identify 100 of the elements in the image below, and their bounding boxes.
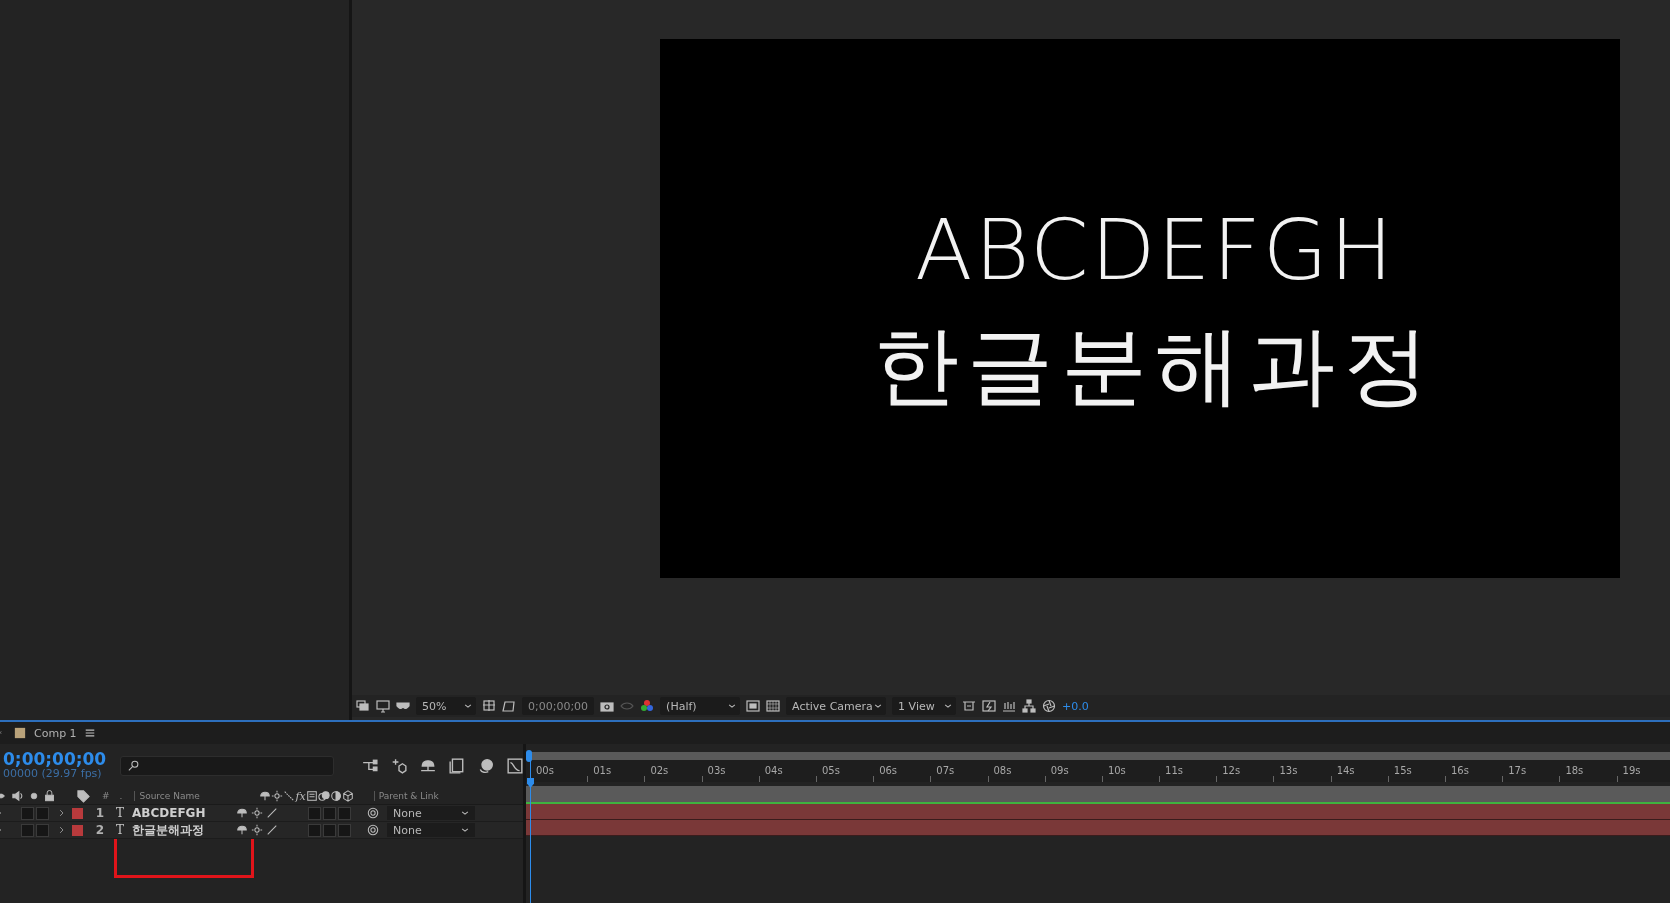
ruler-label: 15s: [1393, 765, 1412, 776]
zoom-dropdown[interactable]: 50%: [416, 697, 476, 715]
comp-text: ABCDEFGH: [915, 199, 1395, 301]
ruler-label: 06s: [879, 765, 898, 776]
caret-icon: [461, 826, 469, 834]
exposure-icon[interactable]: [1042, 699, 1057, 713]
region-icon[interactable]: [746, 699, 761, 713]
column-header[interactable]: Source Name: [134, 791, 260, 801]
ruler-label: 05s: [821, 765, 840, 776]
ruler-label: 14s: [1336, 765, 1355, 776]
layer-row[interactable]: 1 T ABCDEFGH None: [0, 805, 523, 822]
film-icon: [305, 790, 318, 802]
circles-icon: [317, 790, 330, 802]
layout-icon[interactable]: [962, 699, 977, 713]
column-header: .: [119, 791, 123, 801]
navigator-handle[interactable]: [526, 750, 532, 762]
switch-cell[interactable]: [308, 823, 321, 837]
layer-name[interactable]: ABCDEFGH: [132, 806, 236, 820]
sun-icon[interactable]: [251, 824, 263, 836]
caret-icon: [461, 809, 469, 817]
search-field[interactable]: [120, 756, 334, 776]
hierarchy-icon[interactable]: [362, 758, 378, 774]
pick-whip-icon[interactable]: [367, 824, 379, 836]
graph-editor-icon[interactable]: [507, 758, 523, 774]
caret-icon: [728, 702, 737, 710]
switch-cell[interactable]: [323, 823, 336, 837]
shy-icon[interactable]: [420, 758, 436, 774]
lock-icon: [44, 790, 55, 802]
ruler-label: 08s: [993, 765, 1012, 776]
time-ruler[interactable]: 00s 01s 02s 03s 04s 05s 06s 07s 08s 09s 10s 11s 12s 13s 14s 15s 16s 17s 18s 19s: [526, 760, 1670, 782]
tag-icon: [77, 789, 90, 803]
speaker-icon: [12, 790, 24, 802]
label-color[interactable]: [72, 824, 83, 836]
camera-icon[interactable]: [600, 699, 615, 713]
view-layout-dropdown[interactable]: 1 View: [892, 697, 957, 715]
ruler-label: 03s: [707, 765, 726, 776]
switch-cell[interactable]: [308, 806, 321, 820]
switch-cell[interactable]: [338, 823, 351, 837]
column-header: #: [102, 791, 110, 801]
ruler-label: 12s: [1222, 765, 1241, 776]
resolution-dropdown[interactable]: (Half): [660, 697, 741, 715]
column-header: Parent & Link: [373, 791, 483, 801]
fast-preview-icon[interactable]: [982, 699, 997, 713]
flowchart-icon[interactable]: [1022, 699, 1037, 713]
composition-tab[interactable]: Comp 1: [34, 726, 77, 740]
playhead-handle[interactable]: [527, 778, 534, 788]
ruler-label: 00s: [536, 765, 554, 776]
column-header: fx: [295, 789, 306, 803]
switch-cell[interactable]: [338, 806, 351, 820]
layer-name[interactable]: 한글분해과정: [132, 821, 236, 839]
ruler-label: 09s: [1050, 765, 1069, 776]
ruler-label: 11s: [1165, 765, 1183, 776]
switch-cell[interactable]: [36, 806, 49, 820]
ruler-label: 10s: [1107, 765, 1126, 776]
color-channels-icon[interactable]: [640, 699, 655, 713]
label-color[interactable]: [72, 807, 83, 819]
switch-cell[interactable]: [36, 823, 49, 837]
sun-icon[interactable]: [251, 807, 263, 819]
ruler-label: 02s: [650, 765, 669, 776]
layers-icon[interactable]: [356, 699, 370, 713]
slash-icon[interactable]: [266, 807, 278, 819]
shy-icon[interactable]: [236, 807, 248, 819]
composition-icon: [14, 727, 26, 739]
switch-cell[interactable]: [21, 823, 34, 837]
parent-dropdown[interactable]: None: [387, 806, 475, 820]
eye-icon: [620, 699, 635, 713]
switch-cell[interactable]: [21, 806, 34, 820]
menu-icon[interactable]: [84, 728, 95, 738]
ruler-label: 17s: [1508, 765, 1527, 776]
ruler-label: 18s: [1565, 765, 1584, 776]
sparkle-cube-icon[interactable]: [391, 758, 407, 774]
text-layer-icon: T: [116, 806, 124, 820]
checkerboard-icon[interactable]: [766, 699, 781, 713]
slash-icon[interactable]: [266, 824, 278, 836]
motion-blur-icon[interactable]: [478, 758, 494, 774]
layer-number: 1: [94, 806, 106, 820]
pick-whip-icon[interactable]: [367, 807, 379, 819]
film-icon[interactable]: [449, 758, 465, 774]
solo-icon: [30, 792, 38, 800]
ruler-label: 19s: [1622, 765, 1641, 776]
timecode-field[interactable]: 0;00;00;00: [522, 697, 595, 715]
frame-info: 00000 (29.97 fps): [3, 768, 103, 781]
timeline-icon[interactable]: [1002, 699, 1017, 713]
comp-text: 한글분해과정: [873, 314, 1437, 418]
grid-icon[interactable]: [482, 699, 496, 713]
shy-icon[interactable]: [236, 824, 248, 836]
layer-number: 2: [94, 823, 106, 837]
monitor-icon[interactable]: [376, 699, 390, 713]
current-time[interactable]: 0;00;00;00: [3, 751, 107, 769]
ruler-label: 01s: [593, 765, 612, 776]
switch-cell[interactable]: [323, 806, 336, 820]
mask-outline-icon[interactable]: [502, 699, 516, 713]
parent-dropdown[interactable]: None: [387, 823, 475, 837]
caret-icon: [464, 702, 472, 710]
layer-row[interactable]: 2 T 한글분해과정 None: [0, 822, 523, 839]
caret-icon: [874, 702, 883, 710]
camera-dropdown[interactable]: Active Camera: [786, 697, 887, 715]
text-layer-icon: T: [116, 823, 124, 837]
exposure-value[interactable]: +0.0: [1062, 699, 1089, 713]
ruler-label: 16s: [1451, 765, 1469, 776]
